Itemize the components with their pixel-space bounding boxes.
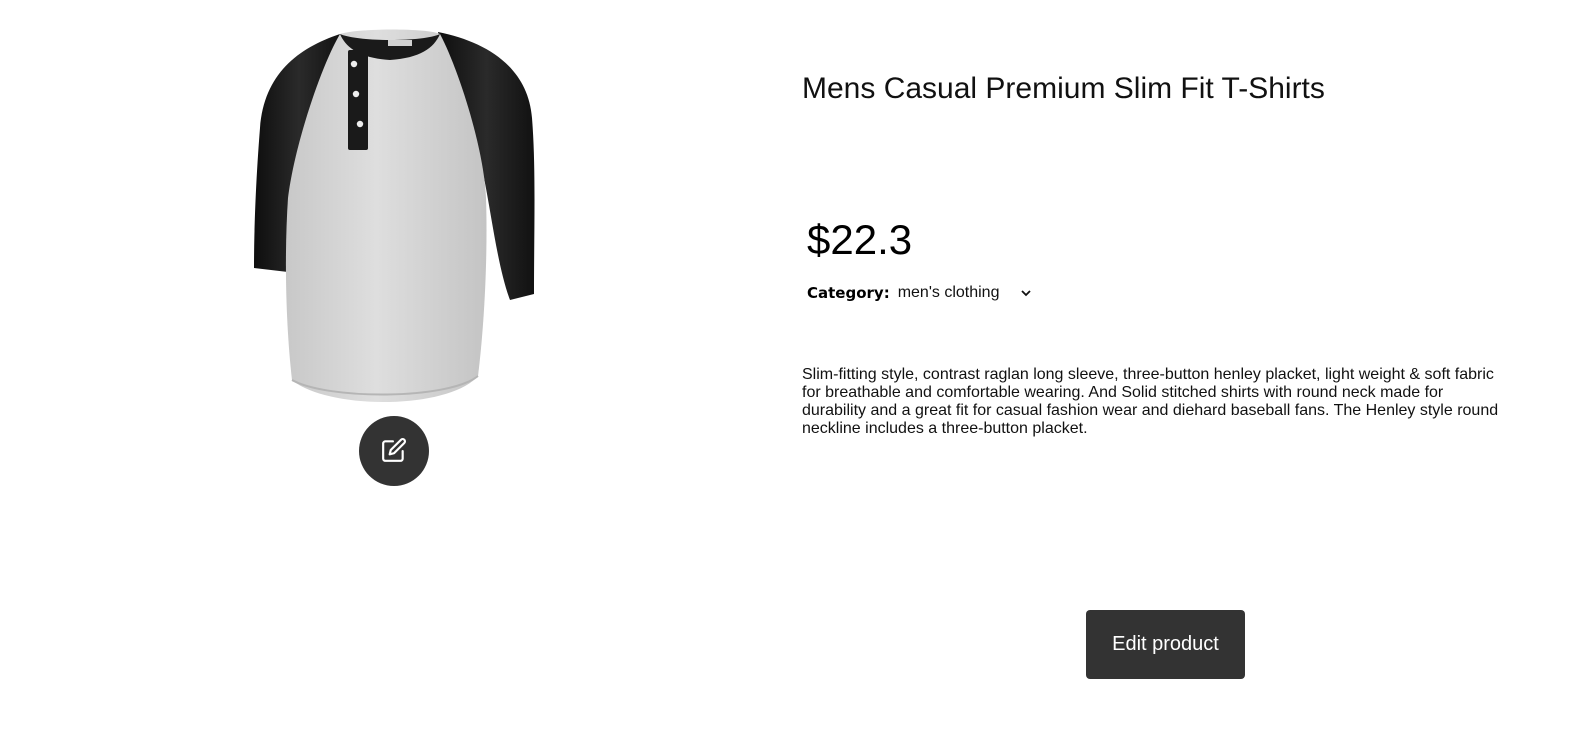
product-title: Mens Casual Premium Slim Fit T-Shirts [802, 72, 1325, 105]
product-image [248, 28, 544, 408]
edit-image-button[interactable] [359, 416, 429, 486]
product-description: Slim-fitting style, contrast raglan long… [802, 366, 1499, 437]
edit-product-button[interactable]: Edit product [1086, 610, 1245, 679]
product-price: $22.3 [807, 216, 913, 263]
category-select[interactable]: men's clothing [898, 284, 1032, 302]
category-label: Category: [807, 284, 890, 302]
chevron-down-icon [1021, 289, 1032, 297]
category-select-value: men's clothing [897, 284, 1000, 301]
category-row: Category: men's clothing [807, 284, 1032, 302]
edit-pencil-icon [381, 437, 407, 466]
